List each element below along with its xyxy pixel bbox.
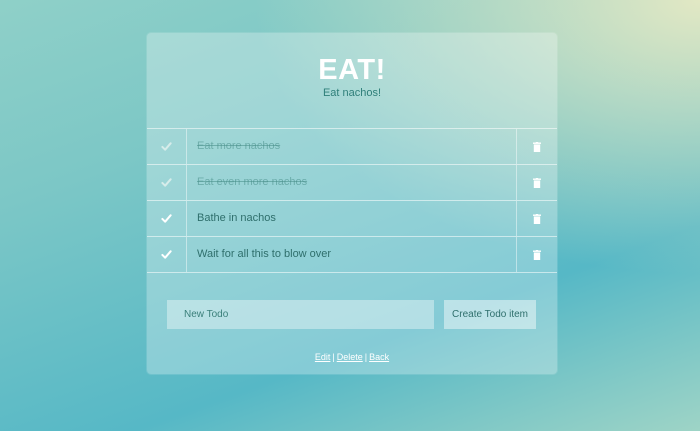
check-icon <box>161 214 172 223</box>
list-header: EAT! Eat nachos! <box>147 33 557 128</box>
toggle-complete-button[interactable] <box>147 201 187 236</box>
delete-todo-button[interactable] <box>516 165 557 200</box>
trash-icon <box>533 141 541 152</box>
todo-panel: EAT! Eat nachos! Eat more nachos Eat eve… <box>147 33 557 374</box>
link-separator: | <box>364 352 368 362</box>
list-subtitle: Eat nachos! <box>322 87 382 99</box>
check-icon <box>161 178 172 187</box>
delete-todo-button[interactable] <box>516 129 557 164</box>
check-icon <box>161 142 172 151</box>
toggle-complete-button[interactable] <box>147 129 187 164</box>
back-link[interactable]: Back <box>369 352 389 362</box>
check-icon <box>161 250 172 259</box>
footer-links: Edit | Delete | Back <box>147 352 557 362</box>
todo-item: Wait for all this to blow over <box>147 236 557 273</box>
list-title: EAT! <box>318 54 386 86</box>
todo-list: Eat more nachos Eat even more nachos Bat… <box>147 128 557 273</box>
todo-text: Eat more nachos <box>197 140 281 152</box>
trash-icon <box>533 177 541 188</box>
trash-icon <box>533 249 541 260</box>
delete-todo-button[interactable] <box>516 201 557 236</box>
todo-item: Bathe in nachos <box>147 200 557 236</box>
toggle-complete-button[interactable] <box>147 165 187 200</box>
edit-link[interactable]: Edit <box>315 352 331 362</box>
todo-text: Bathe in nachos <box>197 212 276 224</box>
trash-icon <box>533 213 541 224</box>
todo-text: Wait for all this to blow over <box>197 248 332 260</box>
toggle-complete-button[interactable] <box>147 237 187 272</box>
link-separator: | <box>332 352 335 362</box>
new-todo-input[interactable] <box>167 300 434 329</box>
delete-todo-button[interactable] <box>516 237 557 272</box>
todo-item: Eat more nachos <box>147 128 557 164</box>
delete-link[interactable]: Delete <box>337 352 363 362</box>
todo-item: Eat even more nachos <box>147 164 557 200</box>
todo-text: Eat even more nachos <box>197 176 308 188</box>
create-todo-button[interactable]: Create Todo item <box>444 300 536 329</box>
